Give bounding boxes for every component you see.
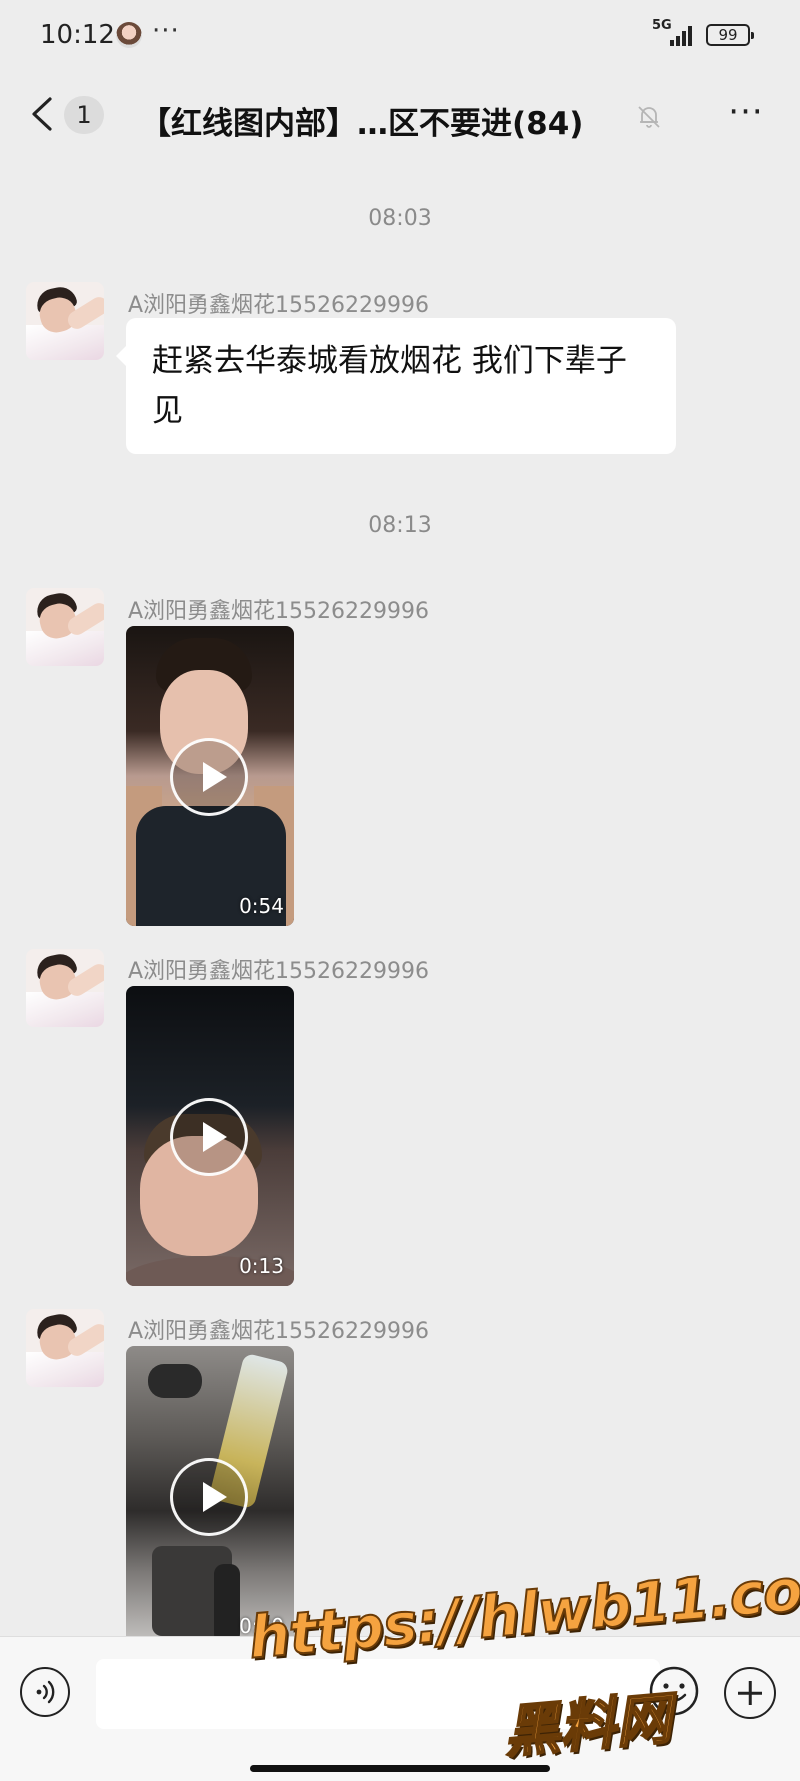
video-duration: 0:30 bbox=[239, 1614, 284, 1638]
video-message[interactable]: 0:54 bbox=[126, 626, 294, 926]
video-message[interactable]: 0:13 bbox=[126, 986, 294, 1286]
voice-icon bbox=[36, 1680, 54, 1703]
message-timestamp: 08:03 bbox=[368, 206, 432, 231]
sender-avatar[interactable] bbox=[26, 1309, 104, 1387]
status-more-icon: ··· bbox=[152, 16, 180, 46]
sender-avatar[interactable] bbox=[26, 282, 104, 360]
chevron-left-icon bbox=[32, 97, 52, 131]
sender-avatar[interactable] bbox=[26, 588, 104, 666]
voice-input-button[interactable] bbox=[20, 1667, 70, 1717]
video-duration: 0:54 bbox=[239, 894, 284, 918]
video-duration: 0:13 bbox=[239, 1254, 284, 1278]
back-button[interactable] bbox=[28, 96, 58, 132]
sender-name: A浏阳勇鑫烟花15526229996 bbox=[128, 293, 430, 318]
sender-name: A浏阳勇鑫烟花15526229996 bbox=[128, 959, 430, 984]
chat-header: 1 【红线图内部】…区不要进(84) ··· bbox=[0, 80, 800, 150]
signal-icon bbox=[670, 24, 696, 46]
smiley-icon bbox=[649, 1666, 699, 1716]
more-actions-button[interactable] bbox=[724, 1667, 776, 1719]
play-icon[interactable] bbox=[170, 1098, 248, 1176]
play-icon[interactable] bbox=[170, 738, 248, 816]
status-avatar-icon bbox=[116, 22, 142, 48]
text-message-bubble[interactable]: 赶紧去华泰城看放烟花 我们下辈子见 bbox=[116, 318, 676, 454]
emoji-button[interactable] bbox=[648, 1665, 700, 1717]
status-time: 10:12 bbox=[40, 20, 115, 50]
more-options-button[interactable]: ··· bbox=[722, 92, 770, 132]
status-bar: 10:12 ··· 5G 99 bbox=[0, 0, 800, 80]
sender-avatar[interactable] bbox=[26, 949, 104, 1027]
message-input-bar bbox=[0, 1636, 800, 1781]
mute-bell-icon bbox=[638, 106, 660, 128]
battery-icon: 99 bbox=[706, 24, 754, 46]
play-icon[interactable] bbox=[170, 1458, 248, 1536]
sender-name: A浏阳勇鑫烟花15526229996 bbox=[128, 1319, 430, 1344]
sender-name: A浏阳勇鑫烟花15526229996 bbox=[128, 599, 430, 624]
unread-badge[interactable]: 1 bbox=[64, 96, 104, 134]
home-indicator bbox=[250, 1765, 550, 1772]
video-message[interactable]: 0:30 bbox=[126, 1346, 294, 1646]
message-timestamp: 08:13 bbox=[368, 513, 432, 538]
network-type: 5G bbox=[652, 18, 672, 33]
chat-title[interactable]: 【红线图内部】…区不要进(84) bbox=[140, 98, 583, 143]
message-input[interactable] bbox=[96, 1659, 660, 1729]
